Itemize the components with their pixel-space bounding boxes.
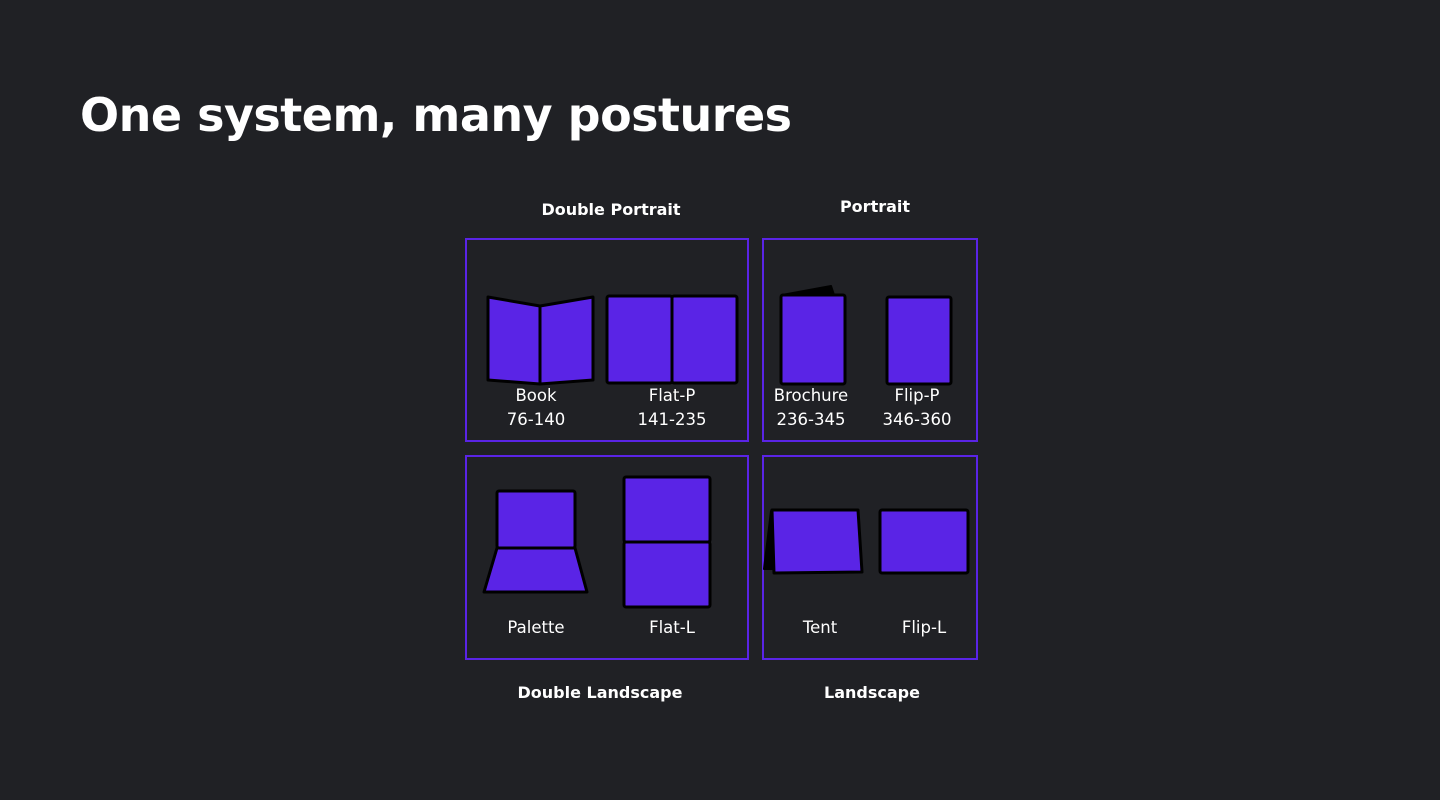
posture-name-book: Book	[515, 386, 557, 405]
flat-landscape-posture-icon	[622, 475, 712, 609]
posture-name-flat-p: Flat-P	[648, 386, 696, 405]
posture-range-flip-p: 346-360	[882, 410, 952, 429]
group-label-double-portrait: Double Portrait	[541, 200, 681, 219]
flip-landscape-posture-icon	[878, 508, 970, 575]
group-label-portrait: Portrait	[839, 197, 911, 216]
page-title: One system, many postures	[80, 88, 792, 142]
flat-portrait-posture-icon	[605, 294, 739, 385]
book-posture-icon	[486, 295, 595, 386]
posture-range-book: 76-140	[506, 410, 566, 429]
posture-name-palette: Palette	[507, 618, 565, 637]
posture-name-flat-l: Flat-L	[649, 618, 695, 637]
group-label-landscape: Landscape	[824, 683, 920, 702]
group-label-double-landscape: Double Landscape	[517, 683, 683, 702]
posture-name-flip-p: Flip-P	[894, 386, 940, 405]
flip-portrait-posture-icon	[885, 295, 953, 386]
tent-posture-icon	[763, 508, 864, 575]
posture-name-flip-l: Flip-L	[901, 618, 947, 637]
palette-posture-icon	[482, 489, 589, 594]
brochure-posture-icon	[779, 285, 847, 386]
posture-range-flat-p: 141-235	[637, 410, 707, 429]
